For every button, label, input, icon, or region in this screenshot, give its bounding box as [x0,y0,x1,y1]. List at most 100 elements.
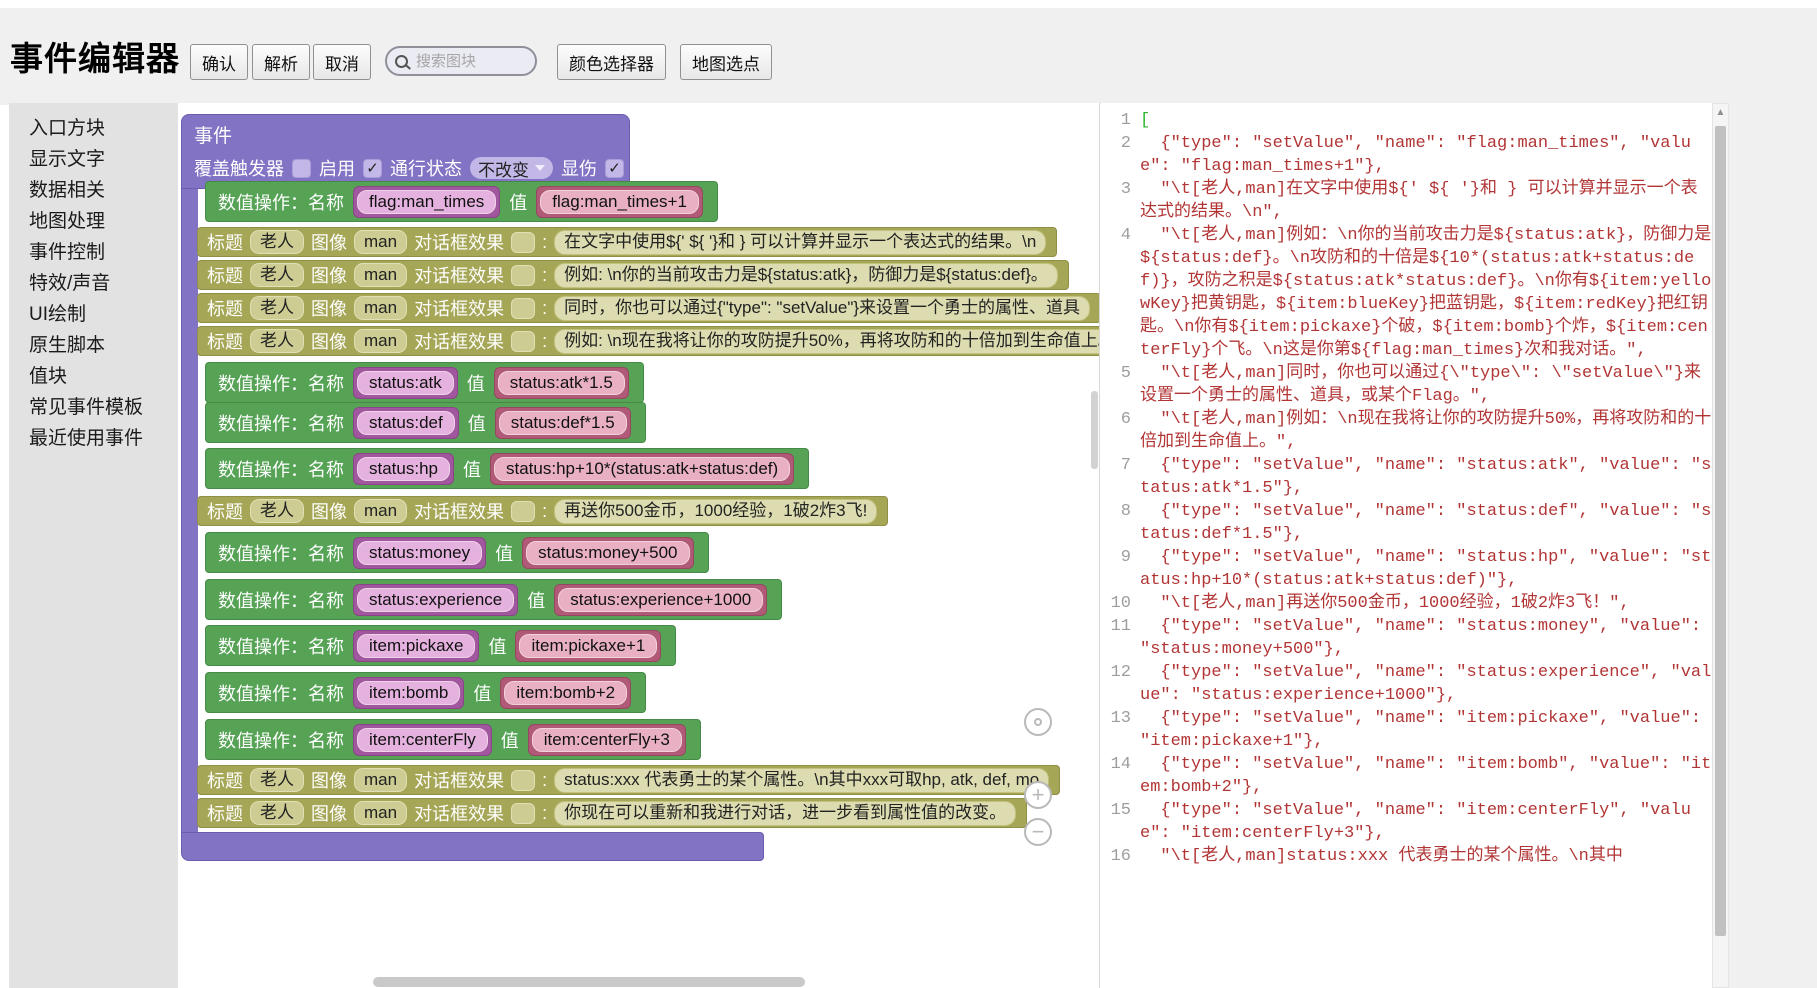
sidebar-item-原生脚本[interactable]: 原生脚本 [9,330,178,361]
dialog-effect-slot[interactable] [511,232,535,253]
code-line[interactable]: 13 {"type": "setValue", "name": "item:pi… [1101,707,1712,753]
dialog-block[interactable]: 标题老人图像man对话框效果:例如: \n现在我将让你的攻防提升50%，再将攻防… [197,326,1100,356]
code-line[interactable]: 9 {"type": "setValue", "name": "status:h… [1101,546,1712,592]
setvalue-block[interactable]: 数值操作：名称status:def值status:def*1.5 [205,402,646,443]
event-block-header[interactable]: 事件 覆盖触发器启用✓通行状态不改变显伤✓ [181,114,630,189]
sidebar-item-最近使用事件[interactable]: 最近使用事件 [9,423,178,454]
dialog-block[interactable]: 标题老人图像man对话框效果:例如: \n你的当前攻击力是${status:at… [197,260,1069,290]
search-box[interactable] [385,46,537,76]
scrollbar-thumb[interactable] [1715,126,1726,936]
search-input[interactable] [414,52,528,71]
dialog-effect-slot[interactable] [511,803,535,824]
dialog-effect-slot[interactable] [511,298,535,319]
code-scrollbar[interactable]: ▲ [1712,103,1729,988]
name-slot[interactable]: status:def [353,407,459,439]
canvas-vertical-scrollbar[interactable] [1091,391,1098,469]
code-line[interactable]: 4 "\t[老人,man]例如：\n你的当前攻击力是${status:atk}，… [1101,224,1712,362]
color-picker-button[interactable]: 颜色选择器 [557,44,666,80]
code-line[interactable]: 10 "\t[老人,man]再送你500金币，1000经验，1破2炸3飞！", [1101,592,1712,615]
dialog-block[interactable]: 标题老人图像man对话框效果:同时，你也可以通过{"type": "setVal… [197,293,1100,323]
dialog-effect-slot[interactable] [511,501,535,522]
sidebar-item-特效/声音[interactable]: 特效/声音 [9,268,178,299]
zoom-out-button[interactable]: − [1024,818,1052,846]
dialog-effect-slot[interactable] [511,770,535,791]
value-slot[interactable]: item:centerFly+3 [528,724,686,756]
sidebar-item-值块[interactable]: 值块 [9,361,178,392]
dialog-block[interactable]: 标题老人图像man对话框效果:status:xxx 代表勇士的某个属性。\n其中… [197,765,1060,795]
blockly-canvas[interactable]: 事件 覆盖触发器启用✓通行状态不改变显伤✓ 数值操作：名称flag:man_ti… [178,103,1100,988]
value-slot[interactable]: item:bomb+2 [500,677,631,709]
dialog-image-value[interactable]: man [354,230,407,254]
code-line[interactable]: 3 "\t[老人,man]在文字中使用${' ${ '}和 } 可以计算并显示一… [1101,178,1712,224]
dialog-image-value[interactable]: man [354,296,407,320]
json-code-editor[interactable]: 1[2 {"type": "setValue", "name": "flag:m… [1101,103,1712,988]
sidebar-item-UI绘制[interactable]: UI绘制 [9,299,178,330]
name-slot[interactable]: flag:man_times [353,186,500,218]
value-slot[interactable]: status:experience+1000 [554,584,767,616]
code-line[interactable]: 8 {"type": "setValue", "name": "status:d… [1101,500,1712,546]
name-slot[interactable]: status:experience [353,584,518,616]
dialog-text-field[interactable]: 例如: \n你的当前攻击力是${status:atk}，防御力是${status… [554,263,1058,288]
dialog-title-value[interactable]: 老人 [250,768,304,792]
checkbox-unchecked[interactable] [292,159,311,178]
sidebar-item-事件控制[interactable]: 事件控制 [9,237,178,268]
cancel-button[interactable]: 取消 [313,44,371,80]
name-slot[interactable]: status:money [353,537,486,569]
setvalue-block[interactable]: 数值操作：名称item:bomb值item:bomb+2 [205,672,646,713]
dialog-title-value[interactable]: 老人 [250,230,304,254]
sidebar-item-常见事件模板[interactable]: 常见事件模板 [9,392,178,423]
setvalue-block[interactable]: 数值操作：名称item:pickaxe值item:pickaxe+1 [205,625,676,666]
value-slot[interactable]: status:money+500 [522,537,693,569]
value-slot[interactable]: status:hp+10*(status:atk+status:def) [490,453,794,485]
sidebar-item-地图处理[interactable]: 地图处理 [9,206,178,237]
canvas-horizontal-scrollbar[interactable] [373,977,805,987]
code-line[interactable]: 2 {"type": "setValue", "name": "flag:man… [1101,132,1712,178]
value-slot[interactable]: flag:man_times+1 [536,186,703,218]
code-line[interactable]: 6 "\t[老人,man]例如：\n现在我将让你的攻防提升50%，再将攻防和的十… [1101,408,1712,454]
dialog-effect-slot[interactable] [511,265,535,286]
dialog-effect-slot[interactable] [511,331,535,352]
sidebar-item-显示文字[interactable]: 显示文字 [9,144,178,175]
dialog-text-field[interactable]: 在文字中使用${' ${ '}和 } 可以计算并显示一个表达式的结果。\n [554,230,1046,255]
name-slot[interactable]: item:pickaxe [353,630,479,662]
value-slot[interactable]: item:pickaxe+1 [515,630,661,662]
dialog-block[interactable]: 标题老人图像man对话框效果:你现在可以重新和我进行对话，进一步看到属性值的改变… [197,798,1027,828]
dialog-title-value[interactable]: 老人 [250,499,304,523]
dialog-title-value[interactable]: 老人 [250,296,304,320]
name-slot[interactable]: item:bomb [353,677,464,709]
name-slot[interactable]: status:hp [353,453,454,485]
name-slot[interactable]: item:centerFly [353,724,492,756]
dialog-title-value[interactable]: 老人 [250,801,304,825]
parse-button[interactable]: 解析 [252,44,310,80]
dialog-text-field[interactable]: status:xxx 代表勇士的某个属性。\n其中xxx可取hp, atk, d… [554,768,1049,793]
zoom-reset-button[interactable] [1024,708,1052,736]
value-slot[interactable]: status:atk*1.5 [494,367,629,399]
dialog-title-value[interactable]: 老人 [250,329,304,353]
dialog-image-value[interactable]: man [354,329,407,353]
dialog-image-value[interactable]: man [354,768,407,792]
confirm-button[interactable]: 确认 [190,44,248,80]
dialog-block[interactable]: 标题老人图像man对话框效果:再送你500金币，1000经验，1破2炸3飞! [197,496,888,526]
setvalue-block[interactable]: 数值操作：名称status:atk值status:atk*1.5 [205,362,644,403]
value-slot[interactable]: status:def*1.5 [495,407,631,439]
dialog-text-field[interactable]: 同时，你也可以通过{"type": "setValue"}来设置一个勇士的属性、… [554,296,1090,321]
checkbox-checked[interactable]: ✓ [605,159,624,178]
sidebar-item-入口方块[interactable]: 入口方块 [9,113,178,144]
dialog-title-value[interactable]: 老人 [250,263,304,287]
setvalue-block[interactable]: 数值操作：名称status:money值status:money+500 [205,532,709,573]
code-line[interactable]: 5 "\t[老人,man]同时，你也可以通过{\"type\": \"setVa… [1101,362,1712,408]
dialog-block[interactable]: 标题老人图像man对话框效果:在文字中使用${' ${ '}和 } 可以计算并显… [197,227,1057,257]
dialog-image-value[interactable]: man [354,801,407,825]
dialog-text-field[interactable]: 你现在可以重新和我进行对话，进一步看到属性值的改变。 [554,801,1016,826]
dialog-image-value[interactable]: man [354,263,407,287]
dialog-image-value[interactable]: man [354,499,407,523]
code-line[interactable]: 16 "\t[老人,man]status:xxx 代表勇士的某个属性。\n其中 [1101,845,1712,868]
dialog-text-field[interactable]: 例如: \n现在我将让你的攻防提升50%，再将攻防和的十倍加到生命值上。 [554,329,1100,354]
code-line[interactable]: 11 {"type": "setValue", "name": "status:… [1101,615,1712,661]
code-line[interactable]: 1[ [1101,109,1712,132]
map-pick-button[interactable]: 地图选点 [680,44,772,80]
zoom-in-button[interactable]: + [1024,781,1052,809]
checkbox-checked[interactable]: ✓ [363,159,382,178]
passable-dropdown[interactable]: 不改变 [470,157,553,179]
setvalue-block[interactable]: 数值操作：名称status:hp值status:hp+10*(status:at… [205,448,809,489]
